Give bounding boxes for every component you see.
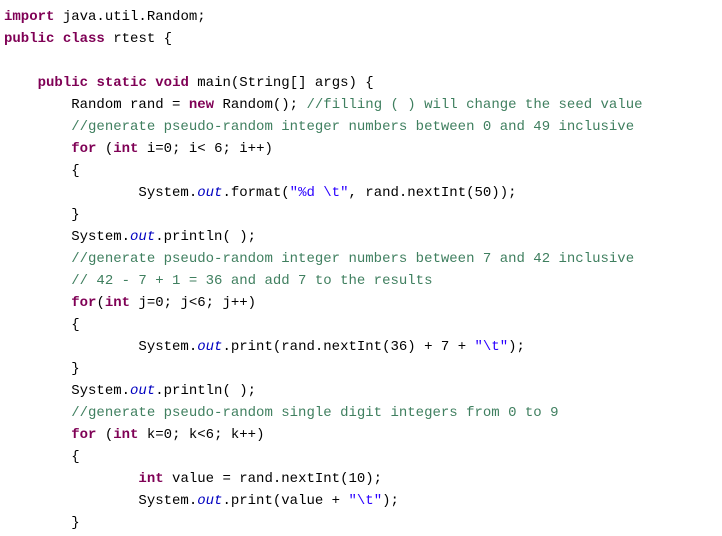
brace: } <box>71 207 79 223</box>
code-text: System. <box>71 229 130 245</box>
code-text: Random rand = <box>71 97 189 113</box>
keyword-for: for <box>71 427 96 443</box>
code-text: ( <box>96 141 113 157</box>
keyword-import: import <box>4 9 54 25</box>
string-literal: "%d \t" <box>290 185 349 201</box>
keyword-class: class <box>63 31 105 47</box>
code-text: ); <box>508 339 525 355</box>
code-text <box>147 75 155 91</box>
comment: //generate pseudo-random integer numbers… <box>71 119 634 135</box>
code-text: value = rand.nextInt(10); <box>164 471 382 487</box>
code-text: System. <box>138 493 197 509</box>
brace: } <box>71 361 79 377</box>
code-text: .format( <box>222 185 289 201</box>
code-text: j=0; j<6; j++) <box>130 295 256 311</box>
comment: // 42 - 7 + 1 = 36 and add 7 to the resu… <box>71 273 432 289</box>
code-text: , rand.nextInt(50)); <box>348 185 516 201</box>
code-text: System. <box>138 339 197 355</box>
code-text <box>54 31 62 47</box>
code-text: System. <box>138 185 197 201</box>
code-text: i=0; i< 6; i++) <box>138 141 272 157</box>
code-text: .println( ); <box>155 229 256 245</box>
code-text: .print(value + <box>222 493 348 509</box>
string-literal: "\t" <box>475 339 509 355</box>
keyword-void: void <box>155 75 189 91</box>
keyword-public: public <box>4 31 54 47</box>
comment: //filling ( ) will change the seed value <box>306 97 642 113</box>
keyword-int: int <box>105 295 130 311</box>
code-text: .println( ); <box>155 383 256 399</box>
code-text: Random(); <box>214 97 306 113</box>
java-source-code: import java.util.Random; public class rt… <box>0 0 722 536</box>
field-out: out <box>197 339 222 355</box>
keyword-static: static <box>96 75 146 91</box>
keyword-int: int <box>138 471 163 487</box>
field-out: out <box>197 493 222 509</box>
brace: { <box>71 317 79 333</box>
brace: { <box>71 163 79 179</box>
comment: //generate pseudo-random single digit in… <box>71 405 558 421</box>
keyword-int: int <box>113 141 138 157</box>
code-text: .print(rand.nextInt(36) + 7 + <box>222 339 474 355</box>
brace: { <box>71 449 79 465</box>
keyword-public: public <box>38 75 88 91</box>
keyword-int: int <box>113 427 138 443</box>
string-literal: "\t" <box>348 493 382 509</box>
code-text: ( <box>96 295 104 311</box>
comment: //generate pseudo-random integer numbers… <box>71 251 634 267</box>
field-out: out <box>130 383 155 399</box>
code-text: k=0; k<6; k++) <box>138 427 264 443</box>
keyword-for: for <box>71 295 96 311</box>
field-out: out <box>197 185 222 201</box>
code-text: ( <box>96 427 113 443</box>
brace: } <box>71 515 79 531</box>
code-text: System. <box>71 383 130 399</box>
keyword-for: for <box>71 141 96 157</box>
code-text: java.util.Random; <box>54 9 205 25</box>
code-text: rtest { <box>105 31 172 47</box>
field-out: out <box>130 229 155 245</box>
code-text: main(String[] args) { <box>189 75 374 91</box>
code-text: ); <box>382 493 399 509</box>
keyword-new: new <box>189 97 214 113</box>
